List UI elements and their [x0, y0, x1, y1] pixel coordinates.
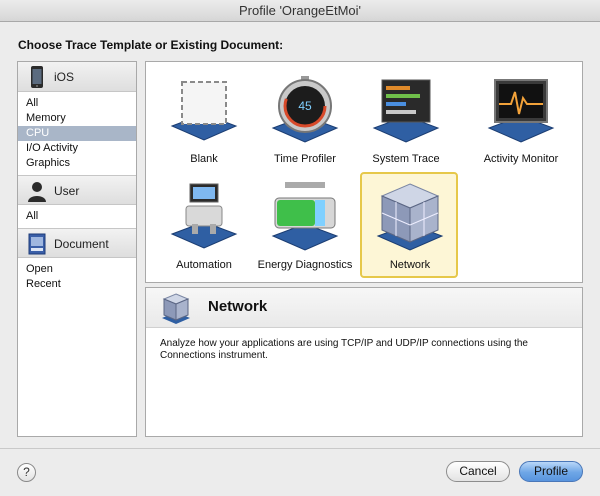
template-network[interactable]: Network	[360, 172, 458, 278]
sidebar-item-memory[interactable]: Memory	[18, 111, 136, 126]
sidebar-item-recent[interactable]: Recent	[18, 277, 136, 292]
template-activity-monitor[interactable]: Activity Monitor	[473, 68, 569, 172]
detail-description: Analyze how your applications are using …	[160, 338, 528, 361]
section-heading: Choose Trace Template or Existing Docume…	[18, 38, 284, 52]
template-automation[interactable]: Automation	[156, 174, 252, 278]
template-label: Time Profiler	[274, 153, 336, 165]
bottom-bar	[0, 448, 600, 496]
iphone-icon	[31, 66, 43, 88]
sidebar-item-cpu[interactable]: CPU	[18, 126, 136, 141]
template-label: Energy Diagnostics	[257, 259, 353, 271]
activity-monitor-icon	[487, 79, 555, 143]
automation-robot-icon	[170, 183, 238, 249]
stopwatch-icon: 45	[271, 76, 339, 143]
window-title: Profile 'OrangeEtMoi'	[0, 0, 600, 22]
trace-document-icon	[28, 233, 46, 255]
template-label: Network	[389, 259, 431, 271]
stopwatch-dial-text: 45	[298, 99, 312, 113]
sidebar-header-label: User	[54, 184, 80, 198]
template-sidebar: iOS All Memory CPU I/O Activity Graphics…	[17, 61, 137, 437]
sidebar-header-label: iOS	[54, 70, 75, 84]
template-blank[interactable]: Blank	[156, 68, 252, 172]
sidebar-header-ios[interactable]: iOS	[18, 62, 136, 92]
template-label: Blank	[190, 153, 218, 165]
sidebar-header-user[interactable]: User	[18, 175, 136, 205]
battery-icon	[271, 182, 339, 251]
sidebar-item-all-user[interactable]: All	[18, 209, 136, 224]
sidebar-list-ios: All Memory CPU I/O Activity Graphics	[18, 92, 136, 175]
template-label: Activity Monitor	[483, 153, 559, 165]
template-label: Automation	[176, 259, 232, 271]
profile-button[interactable]: Profile	[519, 461, 583, 482]
sidebar-item-all[interactable]: All	[18, 96, 136, 111]
sidebar-header-document[interactable]: Document	[18, 228, 136, 258]
sidebar-item-graphics[interactable]: Graphics	[18, 156, 136, 171]
network-cube-icon	[162, 293, 190, 324]
template-detail-panel: Network Analyze how your applications ar…	[145, 287, 583, 437]
cancel-button[interactable]: Cancel	[446, 461, 510, 482]
template-grid: Blank 45 Time Profiler System Trace Acti…	[145, 61, 583, 283]
network-cube-icon	[376, 183, 444, 251]
sidebar-header-label: Document	[54, 237, 109, 251]
template-system-trace[interactable]: System Trace	[358, 68, 454, 172]
detail-title: Network	[208, 298, 268, 315]
template-time-profiler[interactable]: 45 Time Profiler	[257, 68, 353, 172]
blank-template-icon	[170, 81, 238, 141]
sidebar-list-user: All	[18, 205, 136, 228]
template-label: System Trace	[372, 153, 440, 165]
user-silhouette-icon	[28, 182, 46, 202]
sidebar-item-open[interactable]: Open	[18, 262, 136, 277]
template-energy-diagnostics[interactable]: Energy Diagnostics	[257, 174, 353, 278]
system-trace-icon	[372, 79, 440, 143]
sidebar-list-document: Open Recent	[18, 258, 136, 296]
help-button[interactable]: ?	[17, 463, 36, 482]
profile-window: Profile 'OrangeEtMoi' Choose Trace Templ…	[0, 0, 600, 496]
sidebar-item-io-activity[interactable]: I/O Activity	[18, 141, 136, 156]
detail-header: Network	[146, 288, 582, 328]
